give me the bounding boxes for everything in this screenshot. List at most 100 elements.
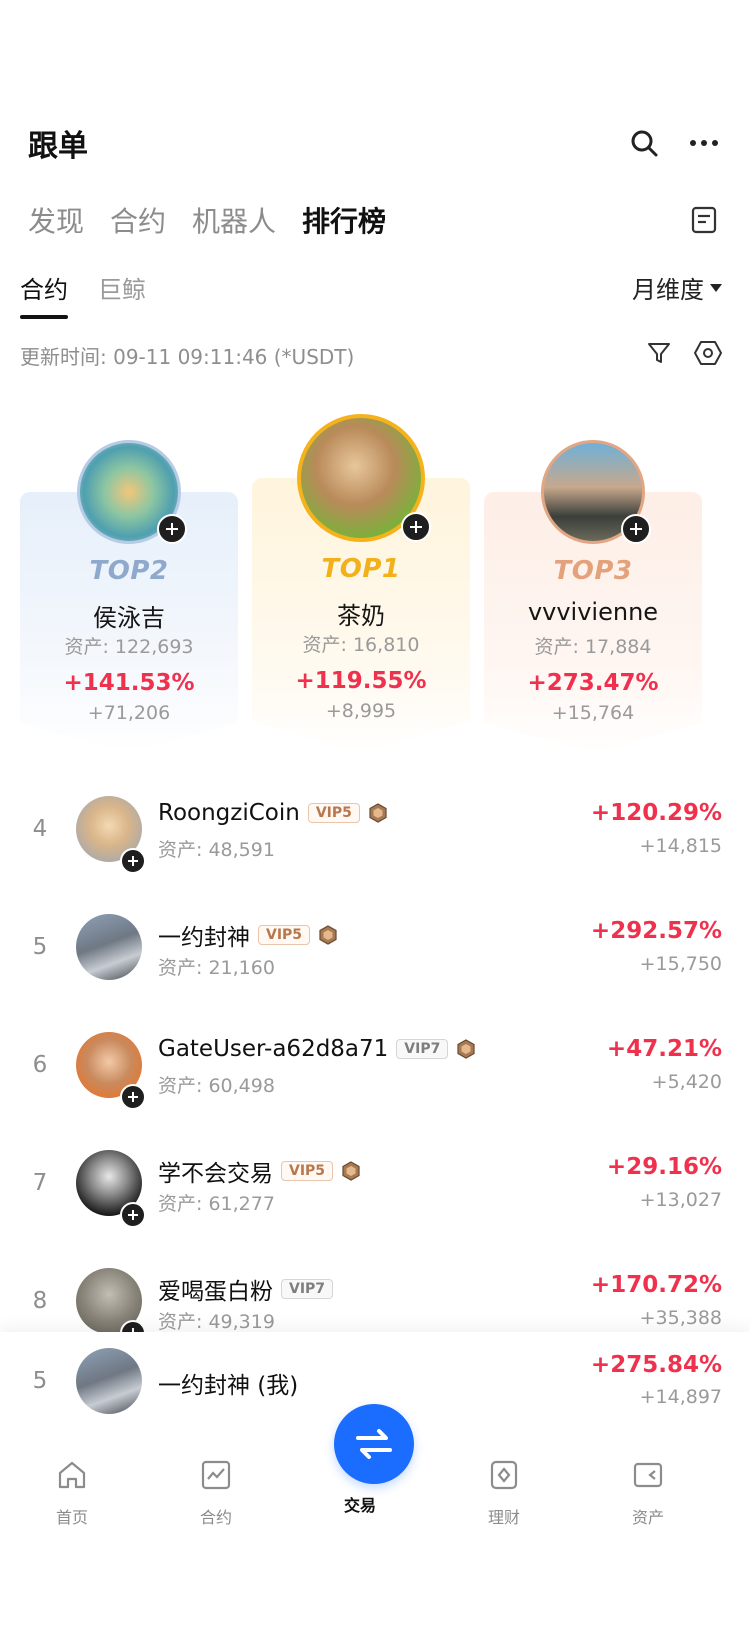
avatar[interactable] bbox=[76, 1150, 146, 1228]
rank-badge: TOP3 bbox=[553, 556, 633, 586]
document-icon[interactable] bbox=[686, 202, 722, 238]
avatar[interactable] bbox=[76, 1348, 142, 1414]
rank-number: 5 bbox=[32, 1368, 48, 1394]
roi-percent: +29.16% bbox=[606, 1154, 722, 1180]
trader-asset: 资产: 49,319 bbox=[158, 1311, 275, 1333]
podium-card-top3[interactable]: TOP3 vvvivienne 资产: 17,884 +273.47% +15,… bbox=[484, 440, 702, 754]
roi-percent: +292.57% bbox=[590, 918, 722, 944]
trader-name: vvvivienne bbox=[527, 598, 659, 626]
home-icon bbox=[58, 1461, 86, 1489]
vip-badge: VIP7 bbox=[281, 1279, 334, 1299]
list-item[interactable]: 5 一约封神 VIP5 资产: 21,160 +292.57% +15,750 bbox=[0, 908, 750, 1026]
ranking-list: 4 RoongziCoin VIP5 资产: 48,591 +120.29% +… bbox=[0, 790, 750, 1380]
follow-plus-icon[interactable] bbox=[157, 514, 187, 544]
list-item[interactable]: 4 RoongziCoin VIP5 资产: 48,591 +120.29% +… bbox=[0, 790, 750, 908]
search-icon[interactable] bbox=[626, 125, 662, 161]
tab-assets[interactable]: 资产 bbox=[608, 1458, 688, 1528]
update-time: 更新时间: 09-11 09:11:46 (*USDT) bbox=[20, 344, 355, 369]
rank-number: 4 bbox=[32, 816, 48, 842]
follow-plus-icon[interactable] bbox=[120, 848, 146, 874]
roi-percent: +275.84% bbox=[590, 1352, 722, 1378]
trader-name: 爱喝蛋白粉 bbox=[158, 1279, 273, 1305]
rank-number: 6 bbox=[32, 1052, 48, 1078]
trader-asset: 资产: 60,498 bbox=[158, 1075, 275, 1097]
trader-asset: 资产: 17,884 bbox=[534, 636, 652, 658]
period-dropdown[interactable]: 月维度 bbox=[632, 270, 722, 305]
vip-badge: VIP5 bbox=[307, 803, 360, 823]
profit-value: +14,897 bbox=[639, 1386, 722, 1408]
update-row: 更新时间: 09-11 09:11:46 (*USDT) bbox=[20, 340, 722, 370]
avatar[interactable] bbox=[76, 796, 146, 874]
tab-label: 首页 bbox=[55, 1508, 88, 1527]
subtab-whale[interactable]: 巨鲸 bbox=[98, 270, 146, 319]
vip-badge: VIP5 bbox=[281, 1161, 334, 1181]
tab-bot[interactable]: 机器人 bbox=[192, 200, 276, 240]
tab-label: 理财 bbox=[487, 1508, 520, 1527]
rank-number: 5 bbox=[32, 934, 48, 960]
tab-leaderboard[interactable]: 排行榜 bbox=[302, 200, 386, 240]
avatar[interactable] bbox=[541, 440, 651, 544]
tab-discover[interactable]: 发现 bbox=[28, 200, 84, 240]
caret-down-icon bbox=[710, 283, 722, 292]
avatar[interactable] bbox=[77, 440, 187, 544]
avatar[interactable] bbox=[76, 1268, 146, 1346]
list-item[interactable]: 6 GateUser-a62d8a71 VIP7 资产: 60,498 +47.… bbox=[0, 1026, 750, 1144]
tab-contract[interactable]: 合约 bbox=[110, 200, 166, 240]
profit-value: +13,027 bbox=[639, 1189, 722, 1211]
more-icon[interactable] bbox=[686, 125, 722, 161]
medal-icon bbox=[342, 1161, 360, 1181]
vip-badge: VIP7 bbox=[396, 1039, 449, 1059]
tab-label: 资产 bbox=[631, 1508, 664, 1527]
profit-value: +71,206 bbox=[87, 702, 171, 724]
trader-name: RoongziCoin bbox=[158, 800, 300, 826]
tab-trade[interactable]: 交易 bbox=[320, 1492, 400, 1516]
filter-icon[interactable] bbox=[646, 340, 672, 370]
top3-podium: TOP2 侯泳吉 资产: 122,693 +141.53% +71,206 TO… bbox=[20, 410, 702, 760]
roi-percent: +273.47% bbox=[527, 670, 659, 696]
follow-plus-icon[interactable] bbox=[401, 512, 431, 542]
trader-name: 一约封神 bbox=[158, 925, 250, 951]
page-title: 跟单 bbox=[28, 129, 88, 164]
follow-plus-icon[interactable] bbox=[120, 1084, 146, 1110]
rank-badge: TOP1 bbox=[321, 554, 401, 584]
profit-value: +8,995 bbox=[325, 700, 397, 722]
wealth-icon bbox=[490, 1460, 518, 1490]
list-item[interactable]: 7 学不会交易 VIP5 资产: 61,277 +29.16% +13,027 bbox=[0, 1144, 750, 1262]
profit-value: +15,750 bbox=[639, 953, 722, 975]
avatar[interactable] bbox=[76, 1032, 146, 1110]
tab-label: 合约 bbox=[199, 1508, 232, 1527]
roi-percent: +119.55% bbox=[295, 668, 427, 694]
medal-icon bbox=[457, 1039, 475, 1059]
roi-percent: +141.53% bbox=[63, 670, 195, 696]
avatar[interactable] bbox=[76, 914, 142, 980]
period-label: 月维度 bbox=[632, 276, 704, 304]
my-name: 一约封神 (我) bbox=[158, 1373, 299, 1399]
roi-percent: +170.72% bbox=[590, 1272, 722, 1298]
header-actions bbox=[626, 125, 722, 161]
podium-card-top2[interactable]: TOP2 侯泳吉 资产: 122,693 +141.53% +71,206 bbox=[20, 440, 238, 754]
tab-futures[interactable]: 合约 bbox=[176, 1458, 256, 1528]
trader-asset: 资产: 122,693 bbox=[64, 636, 194, 658]
swap-icon bbox=[356, 1429, 392, 1459]
avatar[interactable] bbox=[297, 414, 431, 542]
profit-value: +15,764 bbox=[551, 702, 635, 724]
trader-name: 茶奶 bbox=[337, 602, 385, 630]
podium-card-top1[interactable]: TOP1 茶奶 资产: 16,810 +119.55% +8,995 bbox=[252, 414, 470, 754]
medal-icon bbox=[319, 925, 337, 945]
trader-asset: 资产: 21,160 bbox=[158, 957, 275, 979]
subtab-contract[interactable]: 合约 bbox=[20, 270, 68, 319]
follow-plus-icon[interactable] bbox=[120, 1202, 146, 1228]
profit-value: +14,815 bbox=[639, 835, 722, 857]
wallet-icon bbox=[633, 1462, 663, 1488]
trader-asset: 资产: 61,277 bbox=[158, 1193, 275, 1215]
chart-icon bbox=[201, 1460, 231, 1490]
settings-icon[interactable] bbox=[694, 340, 722, 370]
tab-finance[interactable]: 理财 bbox=[464, 1458, 544, 1528]
rank-number: 8 bbox=[32, 1288, 48, 1314]
roi-percent: +47.21% bbox=[606, 1036, 722, 1062]
roi-percent: +120.29% bbox=[590, 800, 722, 826]
main-tabs: 发现 合约 机器人 排行榜 bbox=[28, 195, 722, 245]
follow-plus-icon[interactable] bbox=[621, 514, 651, 544]
trade-button[interactable] bbox=[334, 1404, 414, 1484]
tab-home[interactable]: 首页 bbox=[32, 1458, 112, 1528]
